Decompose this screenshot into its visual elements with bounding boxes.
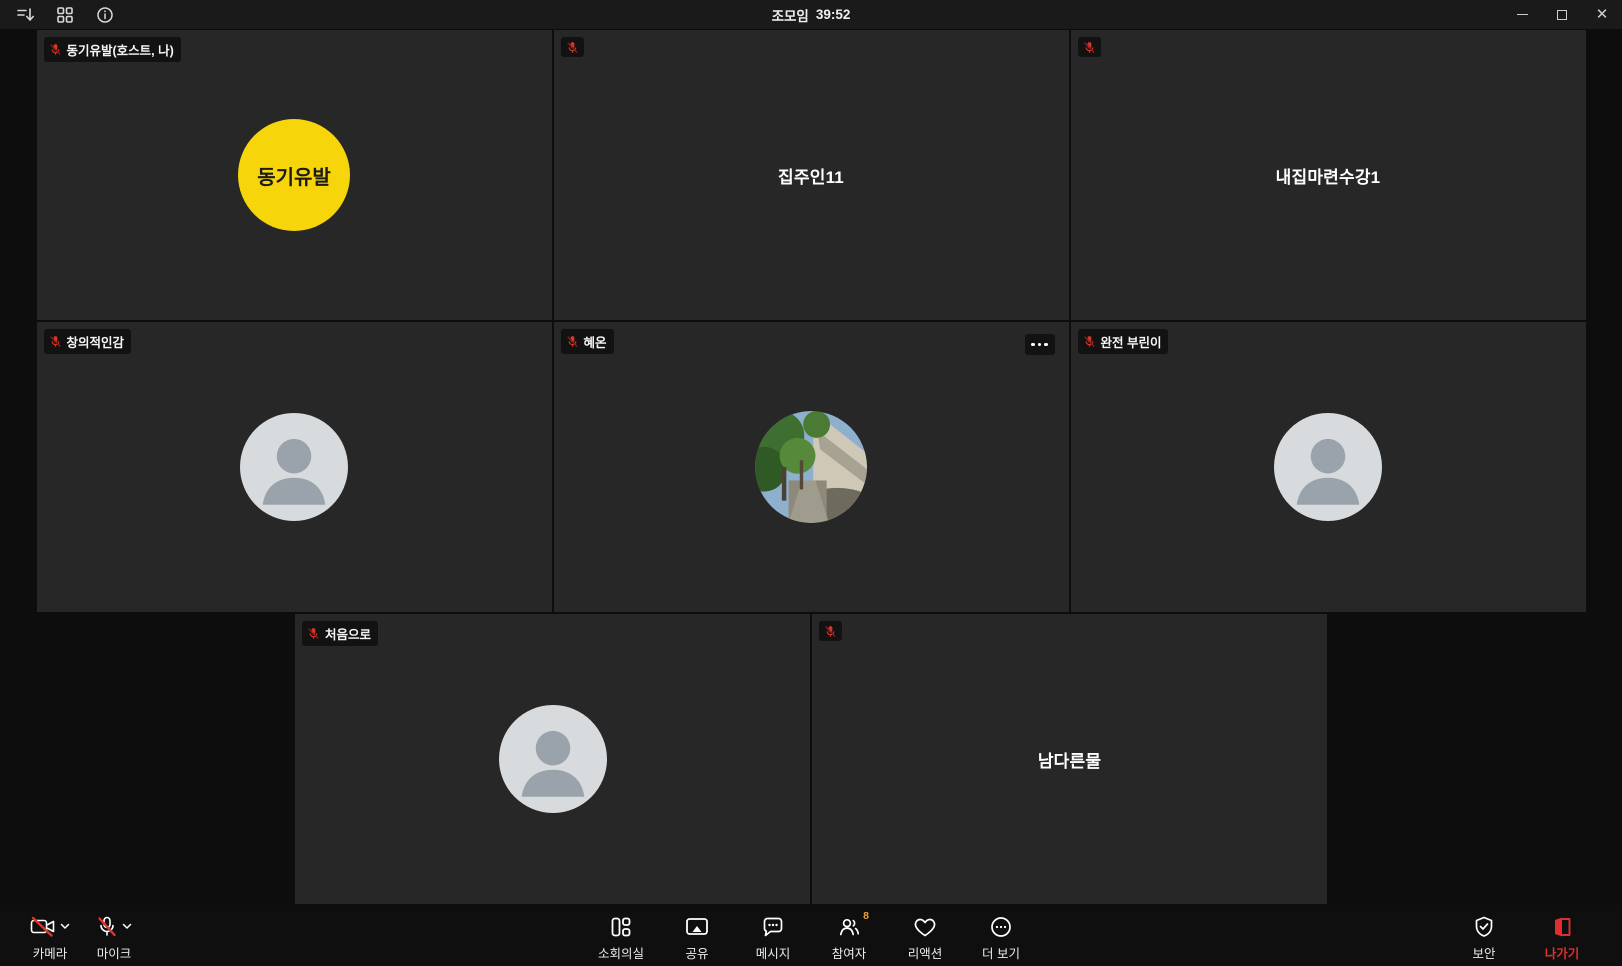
avatar-silhouette: [499, 705, 607, 813]
person-icon: [240, 413, 348, 521]
meeting-timer: 39:52: [816, 7, 851, 22]
security-button[interactable]: 보안: [1458, 910, 1510, 962]
avatar-yellow-badge: 동기유발: [238, 119, 350, 231]
shield-check-icon: [1472, 915, 1496, 939]
gallery-view-icon[interactable]: [52, 4, 78, 26]
video-grid: 동기유발(호스트, 나) 동기유발 집주인11: [0, 29, 1622, 905]
person-icon: [1274, 413, 1382, 521]
chevron-down-icon[interactable]: [60, 923, 70, 930]
close-button[interactable]: ✕: [1582, 0, 1622, 29]
close-icon: ✕: [1596, 7, 1609, 22]
mic-off-icon: [96, 916, 118, 938]
leave-door-icon: [1550, 915, 1574, 939]
person-icon: [499, 705, 607, 813]
video-tile[interactable]: 창의적인감: [37, 322, 552, 612]
minimize-button[interactable]: [1502, 0, 1542, 29]
chat-button[interactable]: 메시지: [747, 910, 799, 962]
meeting-title-area: 조모임 39:52: [0, 0, 1622, 29]
maximize-button[interactable]: [1542, 0, 1582, 29]
maximize-icon: [1557, 10, 1567, 20]
mic-button[interactable]: 마이크: [96, 910, 132, 962]
breakout-rooms-icon: [609, 915, 633, 939]
share-screen-button[interactable]: 공유: [671, 910, 723, 962]
share-screen-icon: [684, 915, 710, 939]
participant-name-center: 집주인11: [778, 163, 844, 188]
avatar-silhouette: [240, 413, 348, 521]
camera-off-icon: [30, 916, 56, 937]
camera-label: 카메라: [33, 943, 68, 962]
grid-row-2: 창의적인감 혜온: [0, 321, 1622, 613]
video-tile[interactable]: 처음으로: [295, 614, 810, 904]
breakout-rooms-button[interactable]: 소회의실: [595, 910, 647, 962]
meeting-title: 조모임: [772, 5, 809, 25]
minimize-icon: [1517, 14, 1528, 16]
participant-name-center: 내집마련수강1: [1276, 163, 1381, 188]
meeting-toolbar: 카메라 마이크: [0, 905, 1622, 966]
participants-icon: [837, 915, 861, 939]
more-icon: [989, 915, 1013, 939]
participants-button[interactable]: 8 참여자: [823, 910, 875, 962]
heart-icon: [913, 915, 937, 939]
sort-order-icon[interactable]: [12, 4, 38, 26]
video-tile-host[interactable]: 동기유발(호스트, 나) 동기유발: [37, 30, 552, 320]
video-tile[interactable]: 남다른물: [812, 614, 1327, 904]
video-tile[interactable]: 완전 부린이: [1071, 322, 1586, 612]
chevron-down-icon[interactable]: [122, 923, 132, 930]
avatar-silhouette: [1274, 413, 1382, 521]
reactions-button[interactable]: 리액션: [899, 910, 951, 962]
leave-button[interactable]: 나가기: [1536, 910, 1588, 962]
title-bar: 조모임 39:52 ✕: [0, 0, 1622, 29]
video-tile[interactable]: 내집마련수강1: [1071, 30, 1586, 320]
avatar-photo: [755, 411, 867, 523]
grid-row-3: 처음으로: [0, 613, 1622, 905]
video-tile[interactable]: 혜온: [554, 322, 1069, 612]
grid-row-1: 동기유발(호스트, 나) 동기유발 집주인11: [0, 29, 1622, 321]
outdoor-photo: [755, 411, 867, 523]
participant-name-center: 남다른물: [1038, 747, 1101, 772]
avatar-text: 동기유발: [257, 161, 331, 190]
chat-icon: [761, 915, 785, 939]
video-tile[interactable]: 집주인11: [554, 30, 1069, 320]
more-button[interactable]: 더 보기: [975, 910, 1027, 962]
mic-label: 마이크: [97, 943, 132, 962]
participants-count-badge: 8: [863, 910, 869, 922]
camera-button[interactable]: 카메라: [30, 910, 70, 962]
info-icon[interactable]: [92, 4, 118, 26]
